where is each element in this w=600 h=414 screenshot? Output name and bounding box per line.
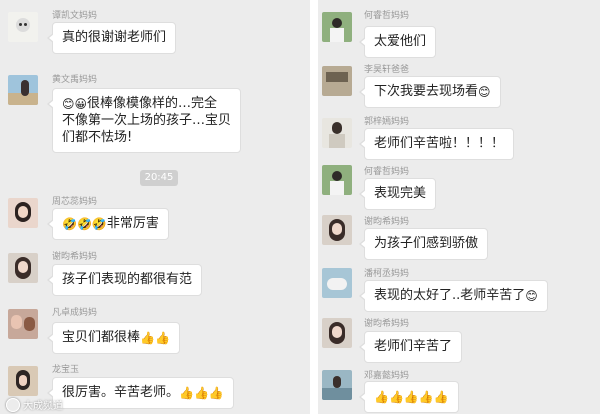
message-text: 表现完美 [374, 186, 427, 201]
sender-name: 谢昀希妈妈 [364, 217, 410, 227]
thumbs-up-emoji-icon: 👍 [154, 331, 170, 345]
avatar[interactable] [8, 309, 38, 339]
message-text: 非常厉害 [106, 216, 159, 231]
message-bubble[interactable]: 真的很谢谢老师们 [46, 22, 177, 54]
grin-emoji-icon: 😀 [74, 97, 88, 111]
watermark-logo-icon [6, 398, 20, 412]
avatar[interactable] [8, 198, 38, 228]
sender-name: 潘柯丞妈妈 [364, 269, 410, 279]
message-bubble[interactable]: 太爱他们 [358, 26, 437, 58]
message-text: 真的很谢谢老师们 [62, 30, 167, 45]
thumbs-up-emoji-icon: 👍 [179, 386, 194, 400]
avatar[interactable] [322, 370, 352, 400]
avatar[interactable] [8, 253, 38, 283]
thumbs-up-emoji-icon: 👍 [208, 386, 224, 400]
avatar[interactable] [322, 66, 352, 96]
avatar[interactable] [322, 215, 352, 245]
avatar[interactable] [8, 366, 38, 396]
thumbs-up-emoji-icon: 👍 [374, 390, 389, 404]
message-bubble[interactable]: 为孩子们感到骄傲 [358, 228, 489, 260]
message-text: 们都不怯场! [62, 130, 133, 145]
message-bubble[interactable]: 表现完美 [358, 178, 437, 210]
sender-name: 龙宝玉 [52, 365, 80, 375]
avatar[interactable] [322, 165, 352, 195]
message-bubble[interactable]: 🤣🤣🤣非常厉害 [47, 208, 169, 240]
message-text: 孩子们表现的都很有范 [62, 272, 193, 287]
message-text: 表现的太好了..老师辛苦了 [374, 288, 526, 303]
cry-laugh-emoji-icon: 🤣 [76, 217, 92, 231]
cry-laugh-emoji-icon: 🤣 [91, 217, 107, 231]
message-text: 宝贝们都很棒 [62, 330, 141, 345]
thumbs-up-emoji-icon: 👍 [193, 386, 209, 400]
message-text: 为孩子们感到骄傲 [374, 236, 479, 251]
message-bubble[interactable]: 😊😀很棒像模像样的…完全 不像第一次上场的孩子…宝贝 们都不怯场! [46, 88, 242, 153]
avatar[interactable] [322, 268, 352, 298]
timestamp: 20:45 [140, 170, 178, 186]
message-text: 很棒像模像样的…完全 [87, 96, 218, 111]
message-text: 太爱他们 [374, 34, 427, 49]
sender-name: 邓嘉懿妈妈 [364, 371, 410, 381]
sender-name: 谢昀希妈妈 [364, 319, 410, 329]
thumbs-up-emoji-icon: 👍 [140, 331, 155, 345]
message-bubble[interactable]: 表现的太好了..老师辛苦了😊 [359, 280, 548, 312]
message-bubble[interactable]: 宝贝们都很棒👍👍 [47, 322, 180, 354]
avatar[interactable] [8, 12, 38, 42]
message-bubble[interactable]: 👍👍👍👍👍 [359, 381, 459, 413]
cry-laugh-emoji-icon: 🤣 [62, 217, 77, 231]
message-bubble[interactable]: 老师们辛苦啦！！！！ [358, 128, 515, 160]
sender-name: 李昊轩爸爸 [364, 65, 410, 75]
sender-name: 郭梓嫣妈妈 [364, 117, 410, 127]
avatar[interactable] [322, 118, 352, 148]
message-bubble[interactable]: 下次我要去现场看😊 [359, 76, 501, 108]
thumbs-up-emoji-icon: 👍 [418, 390, 434, 404]
sender-name: 谭凯文妈妈 [52, 11, 98, 21]
sender-name: 周芯蕊妈妈 [52, 197, 98, 207]
thumbs-up-emoji-icon: 👍 [433, 390, 449, 404]
sender-name: 凡卓成妈妈 [52, 308, 98, 318]
message-bubble[interactable]: 很厉害。辛苦老师。👍👍👍 [47, 377, 234, 409]
avatar[interactable] [322, 12, 352, 42]
sender-name: 谢昀希妈妈 [52, 252, 98, 262]
message-bubble[interactable]: 老师们辛苦了 [358, 331, 463, 363]
smile-emoji-icon: 😊 [478, 85, 491, 99]
watermark-text: 大成频道 [23, 401, 63, 412]
smile-emoji-icon: 😊 [62, 97, 75, 111]
thumbs-up-emoji-icon: 👍 [403, 390, 419, 404]
sender-name: 黄文禹妈妈 [52, 75, 98, 85]
chat-panel-right: 何睿哲妈妈 太爱他们 李昊轩爸爸 下次我要去现场看😊 郭梓嫣妈妈 老师们辛苦啦！… [318, 0, 600, 414]
message-text: 不像第一次上场的孩子…宝贝 [62, 113, 232, 128]
avatar[interactable] [8, 75, 38, 105]
sender-name: 何睿哲妈妈 [364, 11, 410, 21]
chat-panel-left: 谭凯文妈妈 真的很谢谢老师们 黄文禹妈妈 😊😀很棒像模像样的…完全 不像第一次上… [0, 0, 310, 414]
message-text: 很厉害。辛苦老师。 [62, 385, 180, 400]
message-bubble[interactable]: 孩子们表现的都很有范 [46, 264, 203, 296]
message-text: 老师们辛苦了 [374, 339, 453, 354]
sender-name: 何睿哲妈妈 [364, 167, 410, 177]
avatar[interactable] [322, 318, 352, 348]
message-text: 老师们辛苦啦！！！！ [374, 136, 505, 151]
smile-emoji-icon: 😊 [525, 289, 538, 303]
thumbs-up-emoji-icon: 👍 [388, 390, 404, 404]
message-text: 下次我要去现场看 [374, 84, 479, 99]
watermark: 大成频道 [6, 397, 63, 412]
